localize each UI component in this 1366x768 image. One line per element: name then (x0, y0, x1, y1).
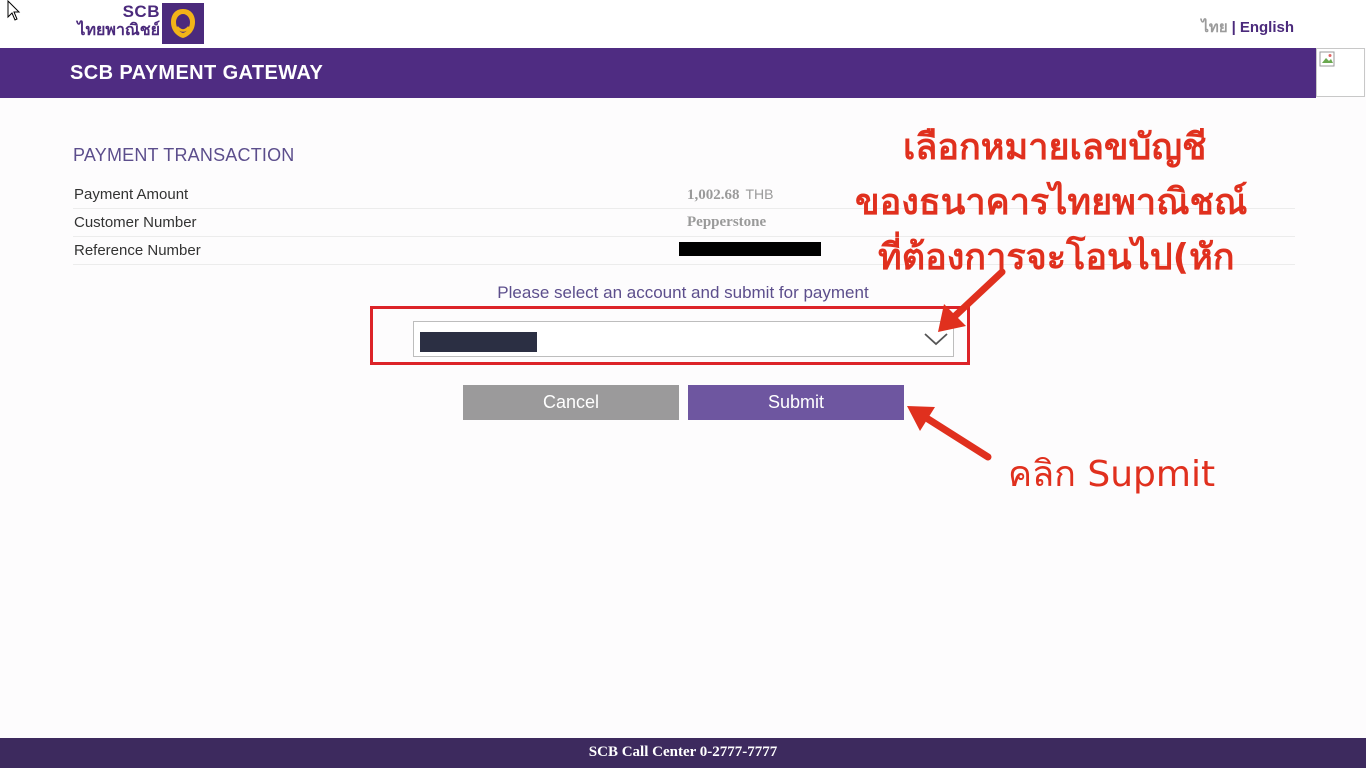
broken-image-icon (1316, 48, 1365, 97)
submit-button[interactable]: Submit (688, 385, 904, 420)
annotation-select-line2: ของธนาคารไทยพาณิชณ์ (855, 182, 1248, 223)
language-switch: ไทย | English (1201, 15, 1294, 39)
scb-emblem-icon (162, 3, 204, 44)
cancel-button[interactable]: Cancel (463, 385, 679, 420)
logo-name-th: ไทยพาณิชย์ (77, 22, 160, 39)
scb-logo[interactable]: SCB ไทยพาณิชย์ (70, 3, 210, 45)
language-separator: | (1231, 19, 1236, 36)
chevron-down-icon (924, 333, 948, 346)
payment-currency: THB (745, 186, 774, 202)
call-center-text: SCB Call Center 0-2777-7777 (588, 744, 778, 760)
payment-amount-number: 1,002.68 (687, 187, 740, 203)
customer-number-label: Customer Number (74, 214, 197, 231)
page-title: SCB PAYMENT GATEWAY (70, 62, 324, 84)
language-english-link[interactable]: English (1240, 19, 1294, 36)
top-bar: SCB ไทยพาณิชย์ ไทย | English (0, 0, 1366, 48)
reference-number-label: Reference Number (74, 242, 201, 259)
customer-number-value: Pepperstone (687, 214, 767, 230)
annotation-submit-note: คลิก Supmit (1008, 454, 1216, 495)
logo-name-en: SCB (122, 2, 160, 21)
annotation-select-line3: ที่ต้องการจะโอนไป(หัก (878, 237, 1235, 278)
reference-number-redaction (679, 242, 821, 256)
header-band: SCB PAYMENT GATEWAY (0, 48, 1316, 98)
payment-amount-label: Payment Amount (74, 186, 189, 203)
footer: SCB Call Center 0-2777-7777 (0, 738, 1366, 768)
payment-amount-value: 1,002.68 THB (687, 186, 774, 204)
account-select-redaction (420, 332, 537, 352)
annotation-arrows (907, 268, 1006, 461)
mouse-cursor-icon (7, 0, 21, 21)
select-account-instruction: Please select an account and submit for … (497, 283, 869, 302)
language-thai-link[interactable]: ไทย (1201, 19, 1227, 36)
logo-text: SCB ไทยพาณิชย์ (77, 3, 160, 39)
arrow-to-submit-icon (907, 406, 992, 461)
annotation-select-line1: เลือกหมายเลขบัญชี (903, 127, 1207, 168)
section-title: PAYMENT TRANSACTION (73, 145, 295, 165)
account-select[interactable] (413, 321, 954, 357)
